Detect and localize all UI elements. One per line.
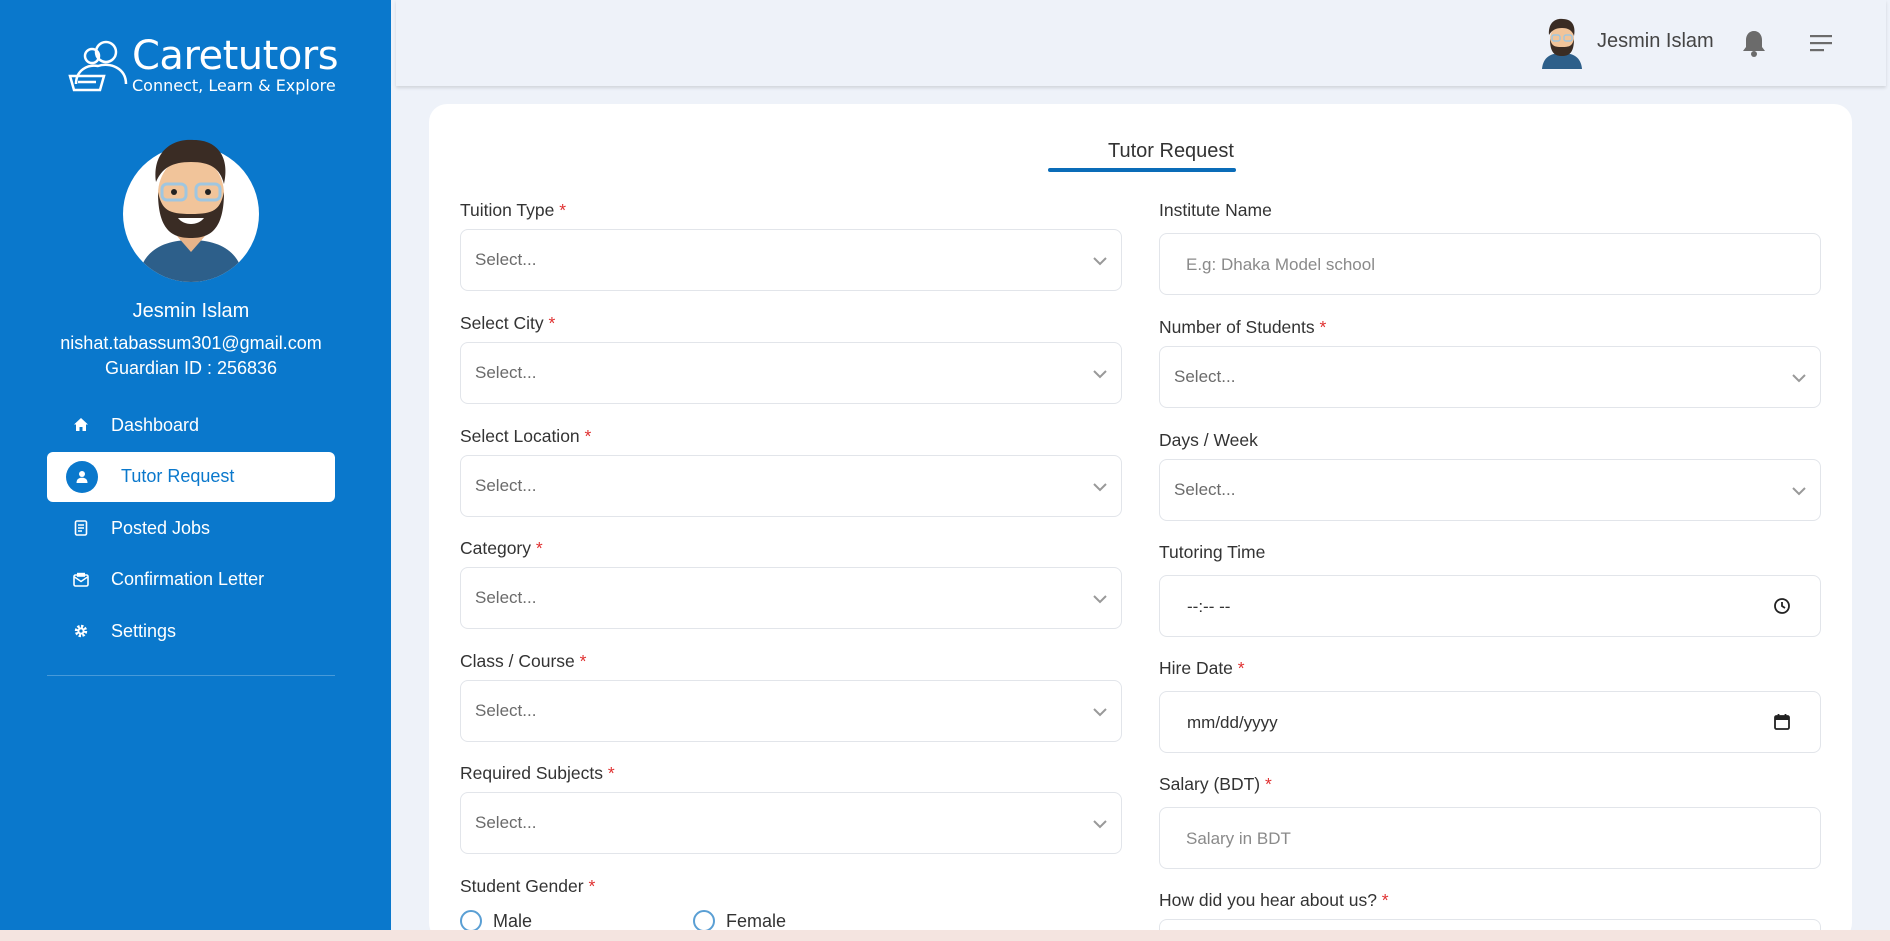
days-week-select[interactable]: Select...	[1159, 459, 1821, 521]
profile-name: Jesmin Islam	[132, 300, 250, 322]
user-icon	[66, 460, 98, 493]
hire-date-label: Hire Date *	[1159, 658, 1245, 678]
tuition-type-select[interactable]: Select...	[460, 229, 1122, 291]
gear-icon	[73, 623, 89, 639]
select-location-select[interactable]: Select...	[460, 455, 1122, 517]
chevron-down-icon	[1093, 708, 1107, 717]
home-icon	[73, 417, 89, 433]
form-title: Tutor Request	[1108, 140, 1234, 162]
clock-icon[interactable]	[1772, 596, 1792, 616]
select-city-select[interactable]: Select...	[460, 342, 1122, 404]
required-subjects-label: Required Subjects *	[460, 763, 615, 783]
chevron-down-icon	[1093, 595, 1107, 604]
sidebar-item-posted-jobs[interactable]: Posted Jobs	[47, 503, 335, 553]
tutoring-time-label: Tutoring Time	[1159, 542, 1266, 562]
chevron-down-icon	[1093, 820, 1107, 829]
document-icon	[73, 520, 89, 536]
number-of-students-label: Number of Students *	[1159, 317, 1327, 337]
brand-name: Caretutors	[132, 33, 339, 79]
male-radio[interactable]	[460, 910, 482, 932]
chevron-down-icon	[1792, 487, 1806, 496]
hear-about-label: How did you hear about us? *	[1159, 890, 1389, 910]
bottom-taskbar-strip	[0, 930, 1890, 941]
sidebar-item-label: Tutor Request	[121, 466, 235, 486]
hire-date-input[interactable]: mm/dd/yyyy	[1159, 691, 1821, 753]
salary-label: Salary (BDT) *	[1159, 774, 1272, 794]
sidebar-item-label: Posted Jobs	[111, 517, 211, 538]
sidebar-item-dashboard[interactable]: Dashboard	[47, 400, 335, 450]
chevron-down-icon	[1792, 374, 1806, 383]
sidebar-nav: Dashboard Tutor Request Posted Jobs Conf…	[47, 400, 335, 658]
sidebar-item-label: Settings	[111, 620, 177, 641]
institute-name-label: Institute Name	[1159, 200, 1272, 220]
brand[interactable]: Caretutors Connect, Learn & Explore	[66, 33, 339, 95]
caretutors-logo-icon	[68, 40, 128, 91]
header-user-name[interactable]: Jesmin Islam	[1597, 30, 1714, 53]
days-week-label: Days / Week	[1159, 430, 1258, 450]
select-city-label: Select City *	[460, 313, 556, 333]
chevron-down-icon	[1093, 483, 1107, 492]
student-gender-label: Student Gender *	[460, 876, 596, 896]
salary-input[interactable]: Salary in BDT	[1159, 807, 1821, 869]
sidebar-item-settings[interactable]: Settings	[47, 606, 335, 656]
category-label: Category *	[460, 538, 543, 558]
tutor-request-card: Tutor Request Tuition Type * Select... S…	[429, 104, 1852, 941]
user-avatar[interactable]	[1540, 17, 1584, 69]
sidebar-item-confirmation-letter[interactable]: Confirmation Letter	[47, 555, 335, 605]
sidebar-item-label: Confirmation Letter	[111, 569, 265, 589]
sidebar-item-label: Dashboard	[111, 414, 200, 435]
profile-email: nishat.tabassum301@gmail.com	[60, 333, 322, 353]
female-radio[interactable]	[693, 910, 715, 932]
chevron-down-icon	[1093, 257, 1107, 266]
tutoring-time-input[interactable]: --:-- --	[1159, 575, 1821, 637]
chevron-down-icon	[1093, 370, 1107, 379]
sidebar-divider	[47, 675, 335, 676]
number-of-students-select[interactable]: Select...	[1159, 346, 1821, 408]
select-location-label: Select Location *	[460, 426, 592, 446]
bell-icon[interactable]	[1741, 29, 1767, 57]
guardian-id: Guardian ID : 256836	[104, 358, 278, 378]
calendar-icon[interactable]	[1772, 712, 1792, 732]
sidebar: Caretutors Connect, Learn & Explore Jesm…	[0, 0, 391, 930]
gender-male-option[interactable]: Male	[460, 910, 532, 932]
class-course-select[interactable]: Select...	[460, 680, 1122, 742]
category-select[interactable]: Select...	[460, 567, 1122, 629]
brand-tagline: Connect, Learn & Explore	[132, 76, 336, 95]
tuition-type-label: Tuition Type *	[460, 200, 567, 220]
letter-icon	[73, 572, 89, 588]
profile-avatar	[123, 139, 259, 282]
sidebar-item-tutor-request[interactable]: Tutor Request	[47, 451, 335, 502]
gender-female-option[interactable]: Female	[693, 910, 786, 932]
title-underline	[1048, 168, 1236, 172]
required-subjects-select[interactable]: Select...	[460, 792, 1122, 854]
institute-name-input[interactable]: E.g: Dhaka Model school	[1159, 233, 1821, 295]
class-course-label: Class / Course *	[460, 651, 587, 671]
top-header: Jesmin Islam	[396, 0, 1886, 86]
menu-icon[interactable]	[1808, 32, 1834, 54]
